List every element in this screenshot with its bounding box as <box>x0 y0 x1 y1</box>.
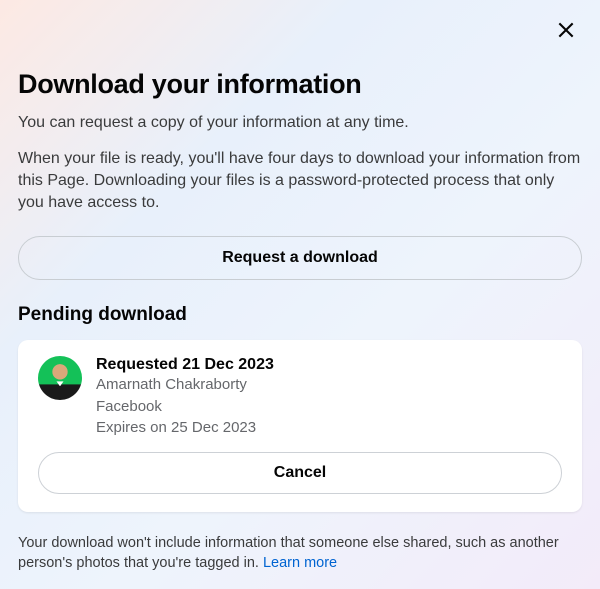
request-download-button[interactable]: Request a download <box>18 236 582 280</box>
card-info: Requested 21 Dec 2023 Amarnath Chakrabor… <box>96 356 274 438</box>
cancel-button[interactable]: Cancel <box>38 452 562 494</box>
intro-text: You can request a copy of your informati… <box>18 112 582 134</box>
avatar <box>38 356 82 400</box>
source: Facebook <box>96 397 274 417</box>
requested-date: Requested 21 Dec 2023 <box>96 356 274 374</box>
pending-download-card: Requested 21 Dec 2023 Amarnath Chakrabor… <box>18 340 582 512</box>
pending-heading: Pending download <box>18 304 582 326</box>
page-title: Download your information <box>18 69 582 100</box>
close-icon <box>556 20 576 40</box>
expires: Expires on 25 Dec 2023 <box>96 418 274 438</box>
footer-note: Your download won't include information … <box>18 533 582 573</box>
detail-text: When your file is ready, you'll have fou… <box>18 148 582 214</box>
learn-more-link[interactable]: Learn more <box>263 555 337 571</box>
requester-name: Amarnath Chakraborty <box>96 375 274 395</box>
close-button[interactable] <box>554 18 578 42</box>
card-top-row: Requested 21 Dec 2023 Amarnath Chakrabor… <box>38 356 562 438</box>
